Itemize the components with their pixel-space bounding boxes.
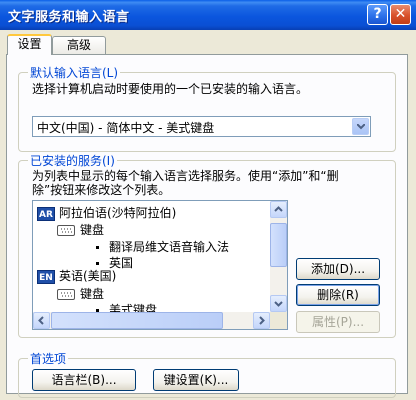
help-button[interactable]: ?: [367, 4, 388, 25]
bullet-icon: [96, 246, 99, 249]
tree-item-label: 翻译局维文语音输入法: [109, 240, 230, 254]
vertical-scrollbar[interactable]: [270, 201, 287, 312]
horizontal-scroll-thumb[interactable]: [51, 312, 223, 329]
tree-item-keyboard[interactable]: 键盘: [57, 222, 104, 238]
keyboard-icon: [57, 289, 75, 300]
preferences-title: 首选项: [28, 350, 69, 367]
chevron-up-icon: [274, 206, 283, 212]
default-language-select[interactable]: 中文(中国) - 简体中文 - 美式键盘: [32, 116, 371, 137]
default-language-title: 默认输入语言(L): [28, 64, 121, 81]
tree-item-keyboard[interactable]: 键盘: [57, 286, 104, 302]
close-icon: ✕: [394, 6, 407, 22]
horizontal-scrollbar[interactable]: [33, 312, 270, 329]
tree-item-label: 键盘: [80, 223, 105, 237]
vertical-scroll-thumb[interactable]: [270, 223, 287, 267]
tree-item-arabic[interactable]: AR 阿拉伯语(沙特阿拉伯): [37, 205, 176, 221]
dropdown-arrow-button[interactable]: [352, 118, 369, 135]
default-language-description: 选择计算机启动时要使用的一个已安装的输入语言。: [32, 82, 309, 96]
default-language-value: 中文(中国) - 简体中文 - 美式键盘: [37, 121, 215, 135]
chevron-down-icon: [357, 124, 365, 130]
tree-item-label: 阿拉伯语(沙特阿拉伯): [59, 206, 177, 220]
services-tree[interactable]: AR 阿拉伯语(沙特阿拉伯) 键盘 翻译局维文语音输入法 英国 EN 英语(美国) …: [32, 200, 288, 330]
scroll-up-button[interactable]: [270, 201, 287, 218]
tree-item-english[interactable]: EN 英语(美国): [37, 268, 116, 284]
scroll-right-button[interactable]: [253, 312, 270, 329]
close-button[interactable]: ✕: [390, 4, 411, 25]
title-bar[interactable]: 文字服务和输入语言 ? ✕: [0, 0, 416, 30]
keyboard-icon: [57, 225, 75, 236]
tree-item-uyghur-ime[interactable]: 翻译局维文语音输入法: [96, 239, 229, 255]
add-button[interactable]: 添加(D)...: [296, 258, 380, 280]
scroll-left-button[interactable]: [33, 312, 50, 329]
tree-item-label: 英语(美国): [59, 269, 117, 283]
window-title: 文字服务和输入语言: [8, 10, 130, 25]
key-settings-button[interactable]: 键设置(K)...: [153, 369, 239, 391]
scroll-corner: [270, 312, 287, 329]
tab-advanced[interactable]: 高级: [52, 36, 106, 54]
remove-button[interactable]: 删除(R): [296, 284, 380, 306]
language-badge: EN: [37, 269, 55, 284]
dialog-window: 文字服务和输入语言 ? ✕ 设置 高级 默认输入语言(L) 选择计算机启动时要使…: [0, 0, 416, 400]
chevron-right-icon: [259, 316, 265, 325]
language-badge: AR: [37, 206, 55, 221]
scroll-down-button[interactable]: [270, 295, 287, 312]
tree-item-label: 键盘: [80, 287, 105, 301]
tab-settings[interactable]: 设置: [7, 34, 52, 55]
bullet-icon: [96, 262, 99, 265]
language-bar-button[interactable]: 语言栏(B)...: [32, 369, 136, 391]
chevron-down-icon: [274, 301, 283, 307]
properties-button[interactable]: 属性(P)...: [296, 311, 380, 333]
installed-services-description-line2: 除”按钮来修改这个列表。: [32, 183, 171, 197]
chevron-left-icon: [38, 316, 44, 325]
